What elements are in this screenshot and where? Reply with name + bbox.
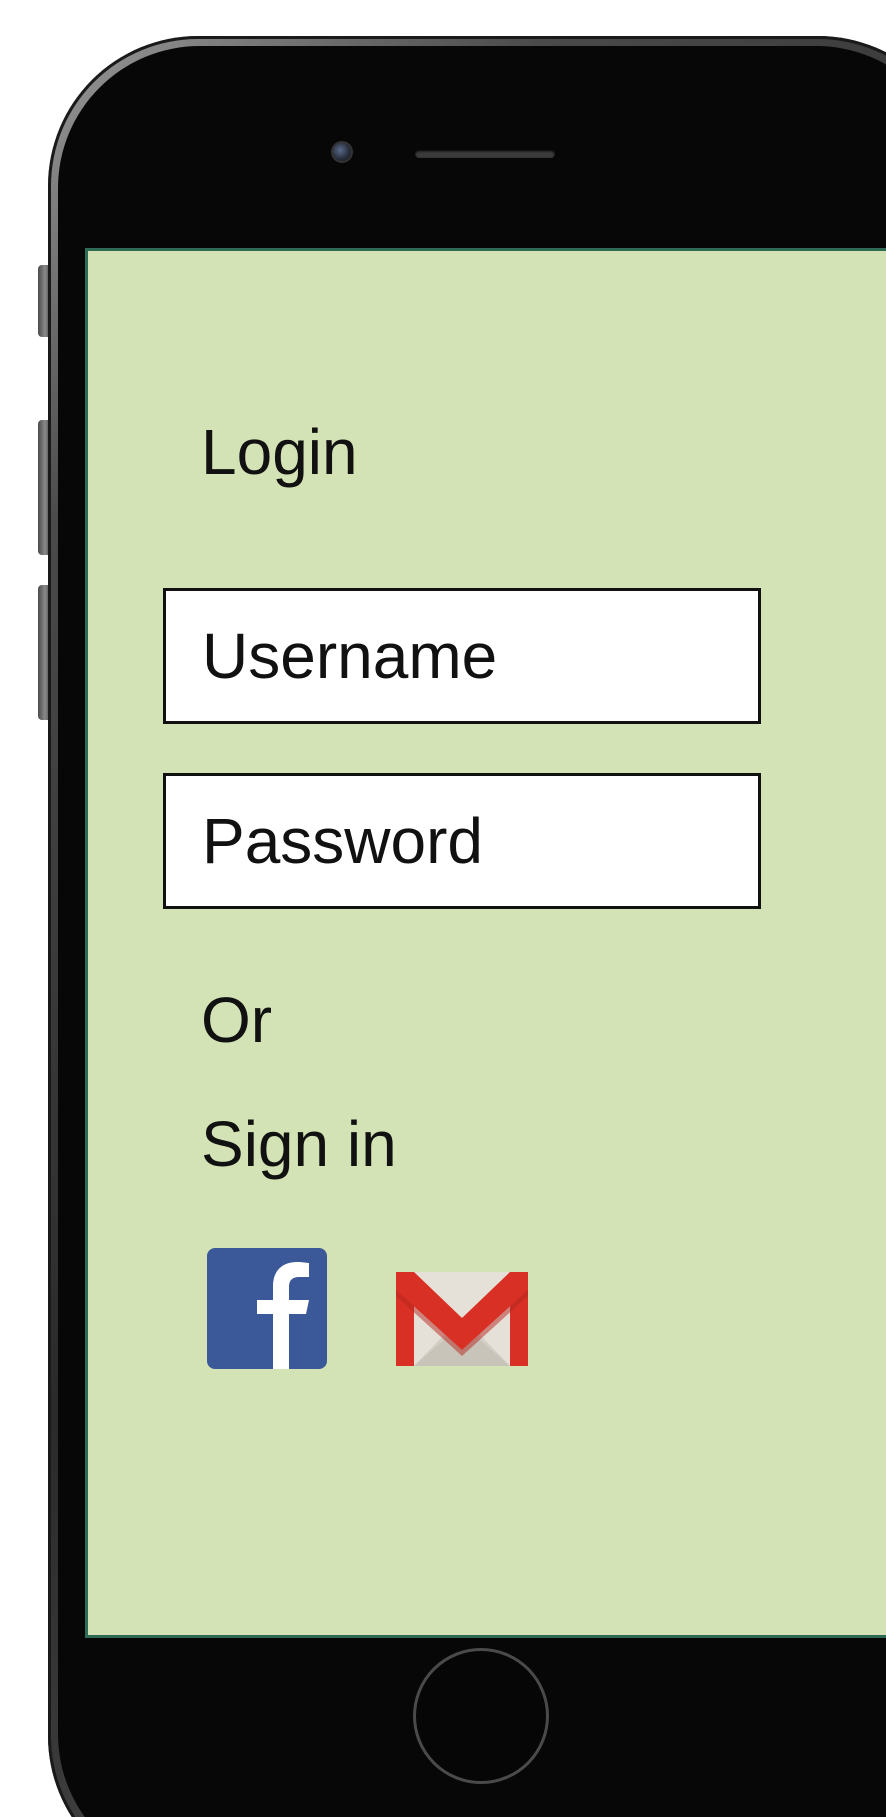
sign-in-label: Sign in: [201, 1108, 397, 1180]
password-input[interactable]: [163, 773, 761, 909]
username-input[interactable]: [163, 588, 761, 724]
front-camera: [331, 141, 353, 163]
login-title: Login: [201, 416, 358, 488]
or-label: Or: [201, 984, 273, 1056]
earpiece-speaker: [415, 150, 555, 158]
gmail-icon: [396, 1272, 528, 1366]
facebook-icon: [257, 1262, 309, 1369]
facebook-sign-in-button[interactable]: [207, 1248, 327, 1369]
gmail-sign-in-button[interactable]: [396, 1268, 528, 1368]
stage: Login Or Sign in: [0, 0, 886, 1817]
home-button[interactable]: [413, 1648, 549, 1784]
